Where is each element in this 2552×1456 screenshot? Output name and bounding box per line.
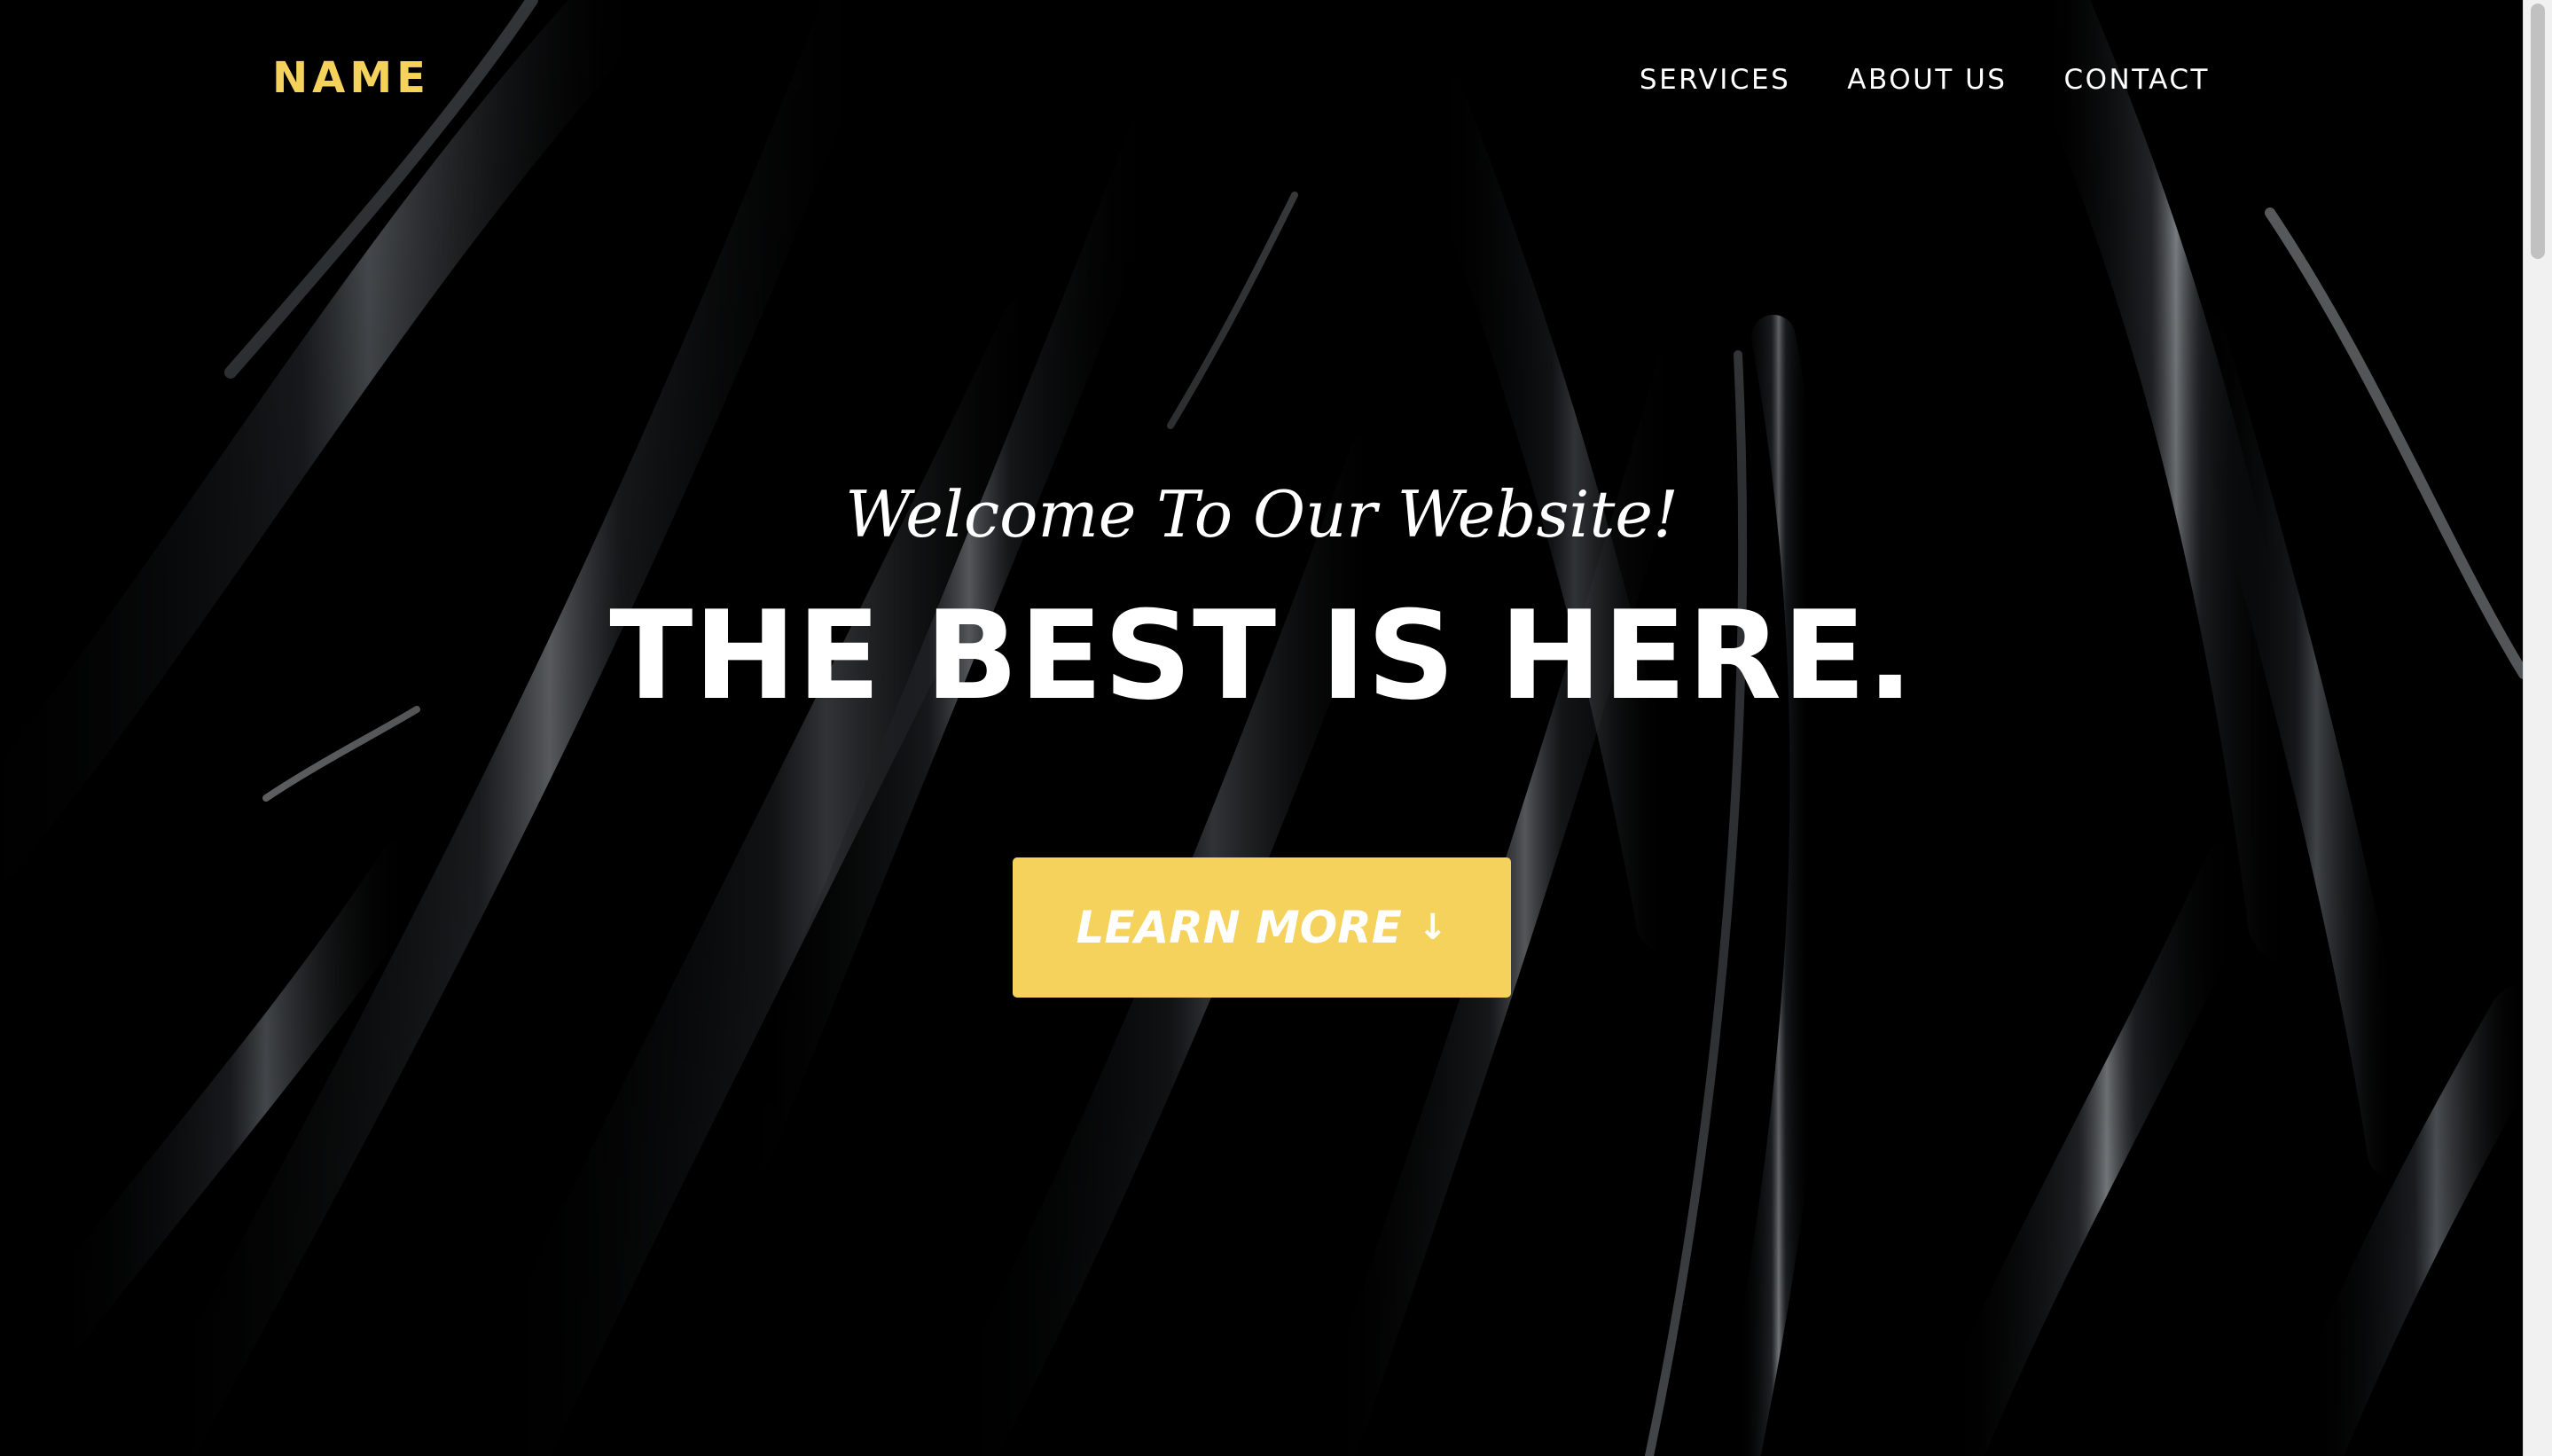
- nav-link-services[interactable]: SERVICES: [1640, 64, 1790, 96]
- nav-link-contact[interactable]: CONTACT: [2063, 64, 2210, 96]
- nav-menu: SERVICES ABOUT US CONTACT: [1640, 64, 2210, 96]
- cta-container: LEARN MORE ↓: [0, 857, 2524, 998]
- page-scrollbar[interactable]: [2523, 0, 2552, 1456]
- top-navbar: NAME SERVICES ABOUT US CONTACT: [0, 0, 2524, 168]
- nav-link-about-us[interactable]: ABOUT US: [1847, 64, 2007, 96]
- landing-page: NAME SERVICES ABOUT US CONTACT Welcome T…: [0, 0, 2552, 1456]
- learn-more-label: LEARN MORE: [1076, 902, 1402, 953]
- hero-tagline: Welcome To Our Website!: [845, 477, 1679, 552]
- hero-headline: THE BEST IS HERE.: [609, 584, 1914, 727]
- hero-section: Welcome To Our Website! THE BEST IS HERE…: [0, 461, 2524, 998]
- learn-more-button[interactable]: LEARN MORE ↓: [1013, 857, 1511, 998]
- scrollbar-thumb[interactable]: [2531, 4, 2545, 259]
- arrow-down-icon: ↓: [1417, 907, 1448, 948]
- brand-logo-link[interactable]: NAME: [272, 53, 430, 103]
